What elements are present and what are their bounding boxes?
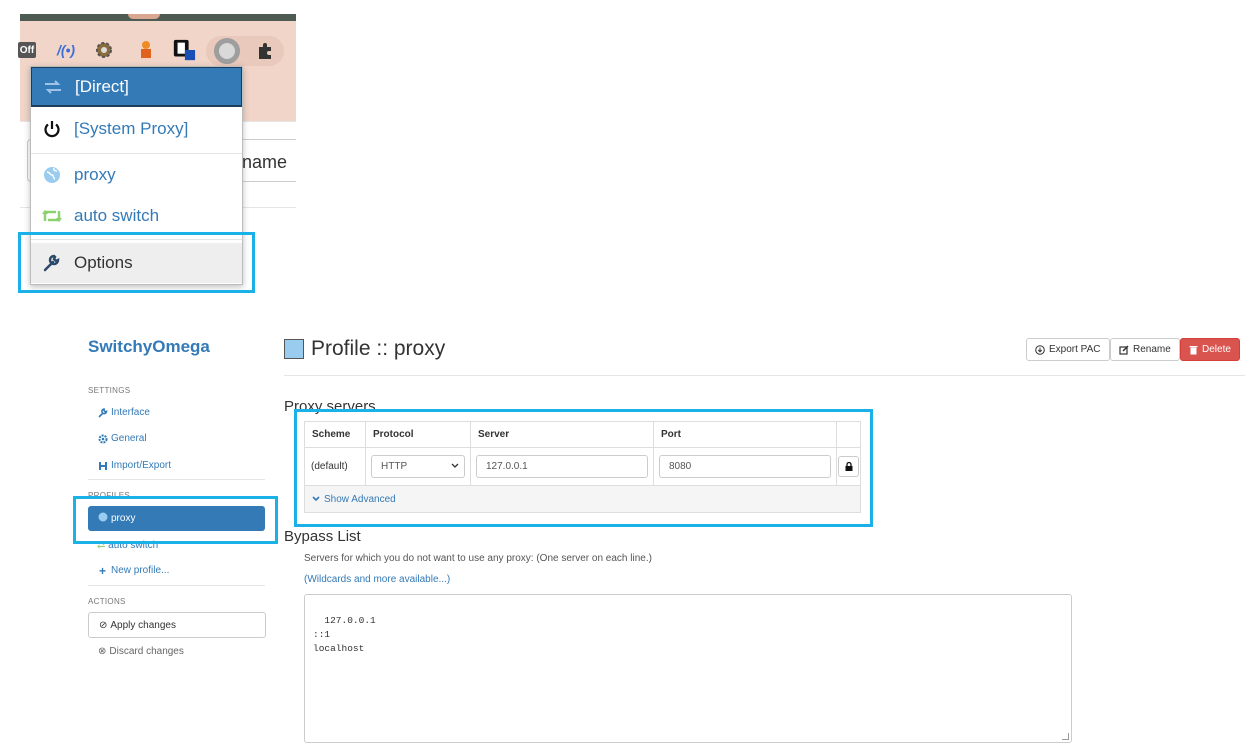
column-header-scheme: Scheme [305, 422, 366, 448]
port-value: 8080 [669, 461, 692, 472]
off-extension-icon[interactable]: Off [18, 42, 36, 58]
sidebar-item-label: Import/Export [111, 460, 172, 471]
bypass-list-content: 127.0.0.1 ::1 localhost [313, 615, 376, 654]
gear-icon [97, 433, 108, 444]
sidebar-item-interface[interactable]: Interface [97, 407, 150, 418]
server-value: 127.0.0.1 [486, 461, 528, 472]
discard-changes-label: Discard changes [109, 646, 184, 657]
show-advanced-toggle[interactable]: Show Advanced [305, 485, 860, 512]
extension-bar: Off /(•) [18, 36, 296, 66]
switchyomega-popup-menu: [Direct] [System Proxy] proxy auto switc… [30, 66, 243, 285]
code-extension-icon[interactable]: /(•) [54, 38, 78, 62]
sidebar-item-label: auto switch [108, 540, 159, 551]
popup-item-label: [System Proxy] [74, 119, 189, 138]
close-circle-icon: ⊗ [98, 646, 107, 657]
apply-changes-label: Apply changes [110, 619, 176, 631]
popup-item-label: [Direct] [75, 76, 129, 96]
plus-icon: + [98, 563, 106, 578]
new-profile-label: New profile... [111, 565, 170, 576]
wildcards-help-link[interactable]: (Wildcards and more available...) [304, 574, 450, 585]
apply-changes-button[interactable]: ⊘ Apply changes [88, 612, 266, 638]
sidebar-item-label: proxy [111, 513, 136, 524]
actions-heading: ACTIONS [88, 597, 126, 606]
popup-item-proxy[interactable]: proxy [31, 155, 242, 195]
auth-lock-button[interactable] [838, 456, 859, 477]
popup-separator [31, 239, 242, 240]
globe-icon [98, 512, 108, 525]
bypass-list-textarea[interactable]: 127.0.0.1 ::1 localhost [304, 594, 1072, 743]
gear-extension-icon[interactable] [92, 38, 116, 62]
header-divider [284, 375, 1245, 376]
popup-separator [31, 153, 242, 154]
profile-color-swatch[interactable] [284, 339, 304, 359]
name-field-label: name [242, 152, 288, 172]
scheme-cell: (default) [305, 448, 366, 485]
sidebar-item-proxy[interactable]: proxy [88, 506, 265, 531]
trash-icon [1189, 345, 1198, 355]
settings-heading: SETTINGS [88, 386, 131, 395]
show-advanced-label: Show Advanced [324, 493, 396, 505]
sidebar-item-label: Interface [111, 407, 150, 418]
port-input[interactable]: 8080 [659, 455, 831, 478]
column-header-protocol: Protocol [366, 422, 471, 448]
globe-icon [41, 165, 63, 185]
sidebar-divider [88, 479, 265, 480]
sidebar-item-import-export[interactable]: Import/Export [97, 460, 171, 471]
proxy-servers-title: Proxy servers [284, 398, 376, 415]
delete-label: Delete [1202, 344, 1231, 355]
page-title: Profile :: proxy [311, 337, 446, 360]
sidebar-item-label: General [111, 433, 147, 444]
retweet-icon [41, 206, 63, 226]
export-pac-label: Export PAC [1049, 344, 1101, 355]
proxy-servers-table: Scheme Protocol Server Port (default) HT… [304, 421, 861, 513]
bypass-help-text: Servers for which you do not want to use… [304, 553, 652, 564]
switchyomega-extension-icon[interactable] [214, 38, 240, 64]
rename-button[interactable]: Rename [1110, 338, 1180, 361]
export-pac-button[interactable]: Export PAC [1026, 338, 1110, 361]
popup-item-label: Options [74, 253, 133, 272]
lock-icon [845, 458, 853, 476]
direct-arrows-icon [42, 77, 64, 97]
column-header-port: Port [654, 422, 837, 448]
popup-item-label: auto switch [74, 206, 160, 225]
protocol-value: HTTP [381, 461, 408, 472]
server-input[interactable]: 127.0.0.1 [476, 455, 648, 478]
sidebar-item-general[interactable]: General [97, 433, 147, 444]
chevron-down-icon [451, 461, 459, 472]
popup-item-auto-switch[interactable]: auto switch [31, 196, 242, 236]
app-brand[interactable]: SwitchyOmega [88, 337, 210, 357]
rename-label: Rename [1133, 344, 1171, 355]
wrench-icon [41, 253, 63, 273]
protocol-select[interactable]: HTTP [371, 455, 465, 478]
profiles-heading: PROFILES [88, 491, 130, 500]
delete-button[interactable]: Delete [1180, 338, 1240, 361]
discard-changes-link[interactable]: ⊗ Discard changes [98, 646, 184, 657]
edit-icon [1119, 344, 1129, 355]
bypass-list-title: Bypass List [284, 528, 361, 545]
download-icon [1035, 344, 1045, 355]
retweet-icon: ⇄ [97, 540, 106, 551]
column-header-server: Server [471, 422, 654, 448]
popup-item-system-proxy[interactable]: [System Proxy] [31, 109, 242, 149]
wrench-icon [97, 407, 108, 418]
popup-item-options[interactable]: Options [31, 243, 242, 283]
popup-item-label: proxy [74, 165, 116, 184]
profile-avatar[interactable] [128, 14, 160, 19]
power-icon [41, 119, 63, 139]
blocker-extension-icon[interactable] [172, 38, 196, 62]
sidebar-item-auto-switch[interactable]: ⇄ auto switch [97, 540, 158, 551]
chevron-down-icon [312, 494, 320, 505]
new-profile-link[interactable]: + New profile... [97, 563, 170, 578]
floppy-icon [97, 460, 108, 471]
character-extension-icon[interactable] [134, 38, 158, 62]
browser-snippet: Off /(•) name [Direct] [System Proxy] pr… [18, 14, 296, 294]
puzzle-extensions-icon[interactable] [254, 38, 278, 62]
popup-item-direct[interactable]: [Direct] [31, 67, 242, 107]
resize-handle[interactable] [1062, 733, 1069, 740]
check-circle-icon: ⊘ [99, 619, 108, 631]
sidebar-divider [88, 585, 265, 586]
column-header-lock [837, 422, 860, 448]
